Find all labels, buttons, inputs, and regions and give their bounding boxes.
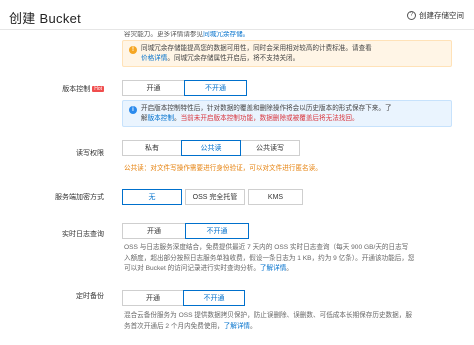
question-circle-icon: ? (407, 11, 416, 20)
backup-label: 定时备份 (76, 293, 104, 300)
form-content: 容灾能力。更多详情请参见同城冗余存储。 ! 同城冗余存储能提高您的数据可用性，同… (0, 31, 474, 345)
acl-selector: 私有 公共读 公共读写 (122, 140, 300, 156)
backup-desc-line2: 务首次开通后 2 个月内免费使用，了解详情。 (124, 322, 412, 333)
backup-option-enable[interactable]: 开通 (122, 290, 184, 306)
redundancy-description-text: 容灾能力。更多详情请参见 (124, 31, 204, 38)
versioning-doc-link[interactable]: 版本控制 (148, 115, 174, 122)
backup-desc-line2-text: 务首次开通后 2 个月内免费使用， (124, 322, 224, 330)
backup-desc-line2-suffix: 。 (250, 322, 257, 330)
versioning-selector: 开通 不开通 (122, 80, 247, 96)
backup-selector: 开通 不开通 (122, 290, 245, 306)
redundancy-warning-line1: 同城冗余存储能提高您的数据可用性，同时会采用相对较高的计费标准。请查看 (141, 45, 372, 52)
versioning-info-prefix: 解 (141, 115, 148, 122)
redundancy-warning-line2-text: 。同城冗余存储属性开启后，将不支持关闭。 (167, 55, 300, 62)
versioning-option-enable[interactable]: 开通 (122, 80, 185, 96)
redundancy-doc-link[interactable]: 同城冗余存储。 (203, 31, 249, 38)
encryption-option-kms[interactable]: KMS (248, 189, 303, 205)
log-query-selector: 开通 不开通 (122, 223, 249, 239)
log-query-description: OSS 与日志服务深度结合，免费提供最近 7 天内的 OSS 实时日志查询（每天… (124, 243, 415, 275)
help-link[interactable]: ? 创建存储空间 (407, 10, 464, 21)
dialog-header: 创建 Bucket ? 创建存储空间 (0, 0, 474, 30)
acl-option-public-read-write[interactable]: 公共读写 (240, 140, 300, 156)
hot-badge: Hot (92, 86, 104, 92)
log-query-option-disable[interactable]: 不开通 (185, 223, 249, 239)
log-query-label: 实时日志查询 (62, 231, 104, 238)
versioning-warning-text: 当前未开启版本控制功能，数据删除或被覆盖后将无法找回。 (180, 115, 359, 122)
versioning-label: 版本控制 Hot (0, 84, 104, 94)
versioning-info-line2: 解版本控制。当前未开启版本控制功能，数据删除或被覆盖后将无法找回。 (141, 114, 359, 125)
dialog-title: 创建 Bucket (9, 11, 82, 26)
log-query-desc-line3-suffix: 。 (286, 265, 293, 272)
encryption-option-none[interactable]: 无 (122, 189, 182, 205)
backup-description: 混合云备份服务为 OSS 提供数据拷贝保护，防止误删除、误删数、可低成本长期保存… (124, 311, 412, 332)
versioning-option-disable[interactable]: 不开通 (184, 80, 247, 96)
acl-warning-text: 公共读：对文件写操作需要进行身份验证，可以对文件进行匿名读。 (124, 165, 322, 172)
backup-learn-more-link[interactable]: 了解详情 (224, 323, 250, 330)
redundancy-description: 容灾能力。更多详情请参见同城冗余存储。 (124, 31, 249, 38)
encryption-label: 服务端加密方式 (55, 194, 104, 201)
versioning-info-mid: 。 (173, 115, 181, 122)
redundancy-warning-line2: 价格详情。同城冗余存储属性开启后，将不支持关闭。 (141, 54, 299, 65)
help-link-label: 创建存储空间 (419, 11, 464, 20)
backup-option-disable[interactable]: 不开通 (183, 290, 245, 306)
redundancy-warning-alert: ! 同城冗余存储能提高您的数据可用性，同时会采用相对较高的计费标准。请查看 价格… (122, 40, 452, 67)
encryption-option-oss-managed[interactable]: OSS 完全托管 (185, 189, 245, 205)
log-query-option-enable[interactable]: 开通 (122, 223, 186, 239)
acl-option-private[interactable]: 私有 (122, 140, 182, 156)
encryption-selector: 无 OSS 完全托管 KMS (122, 189, 303, 205)
versioning-info-line1: 开启版本控制特性后，针对数据的覆盖和删除操作将会以历史版本的形式保存下来。了 (141, 105, 392, 112)
pricing-details-link[interactable]: 价格详情 (141, 55, 167, 62)
backup-desc-line1: 混合云备份服务为 OSS 提供数据拷贝保护，防止误删除、误删数、可低成本长期保存… (124, 312, 412, 319)
log-query-desc-line3: 可以对 Bucket 的访问记录进行实时查询分析。了解详情。 (124, 264, 415, 275)
log-query-desc-line1: OSS 与日志服务深度结合，免费提供最近 7 天内的 OSS 实时日志查询（每天… (124, 244, 409, 251)
versioning-label-text: 版本控制 (62, 86, 91, 93)
warning-icon: ! (129, 46, 137, 54)
log-query-learn-more-link[interactable]: 了解详情 (260, 265, 286, 272)
acl-label: 读写权限 (76, 150, 104, 157)
versioning-info-alert: i 开启版本控制特性后，针对数据的覆盖和删除操作将会以历史版本的形式保存下来。了… (122, 100, 452, 127)
acl-option-public-read[interactable]: 公共读 (181, 140, 241, 156)
log-query-desc-line3-text: 可以对 Bucket 的访问记录进行实时查询分析。 (124, 265, 260, 272)
log-query-desc-line2: 入额度，超出部分按照日志服务单独收费，假设一条日志为 1 KB，约为 9 亿条）… (124, 254, 415, 262)
info-icon: i (129, 106, 137, 114)
